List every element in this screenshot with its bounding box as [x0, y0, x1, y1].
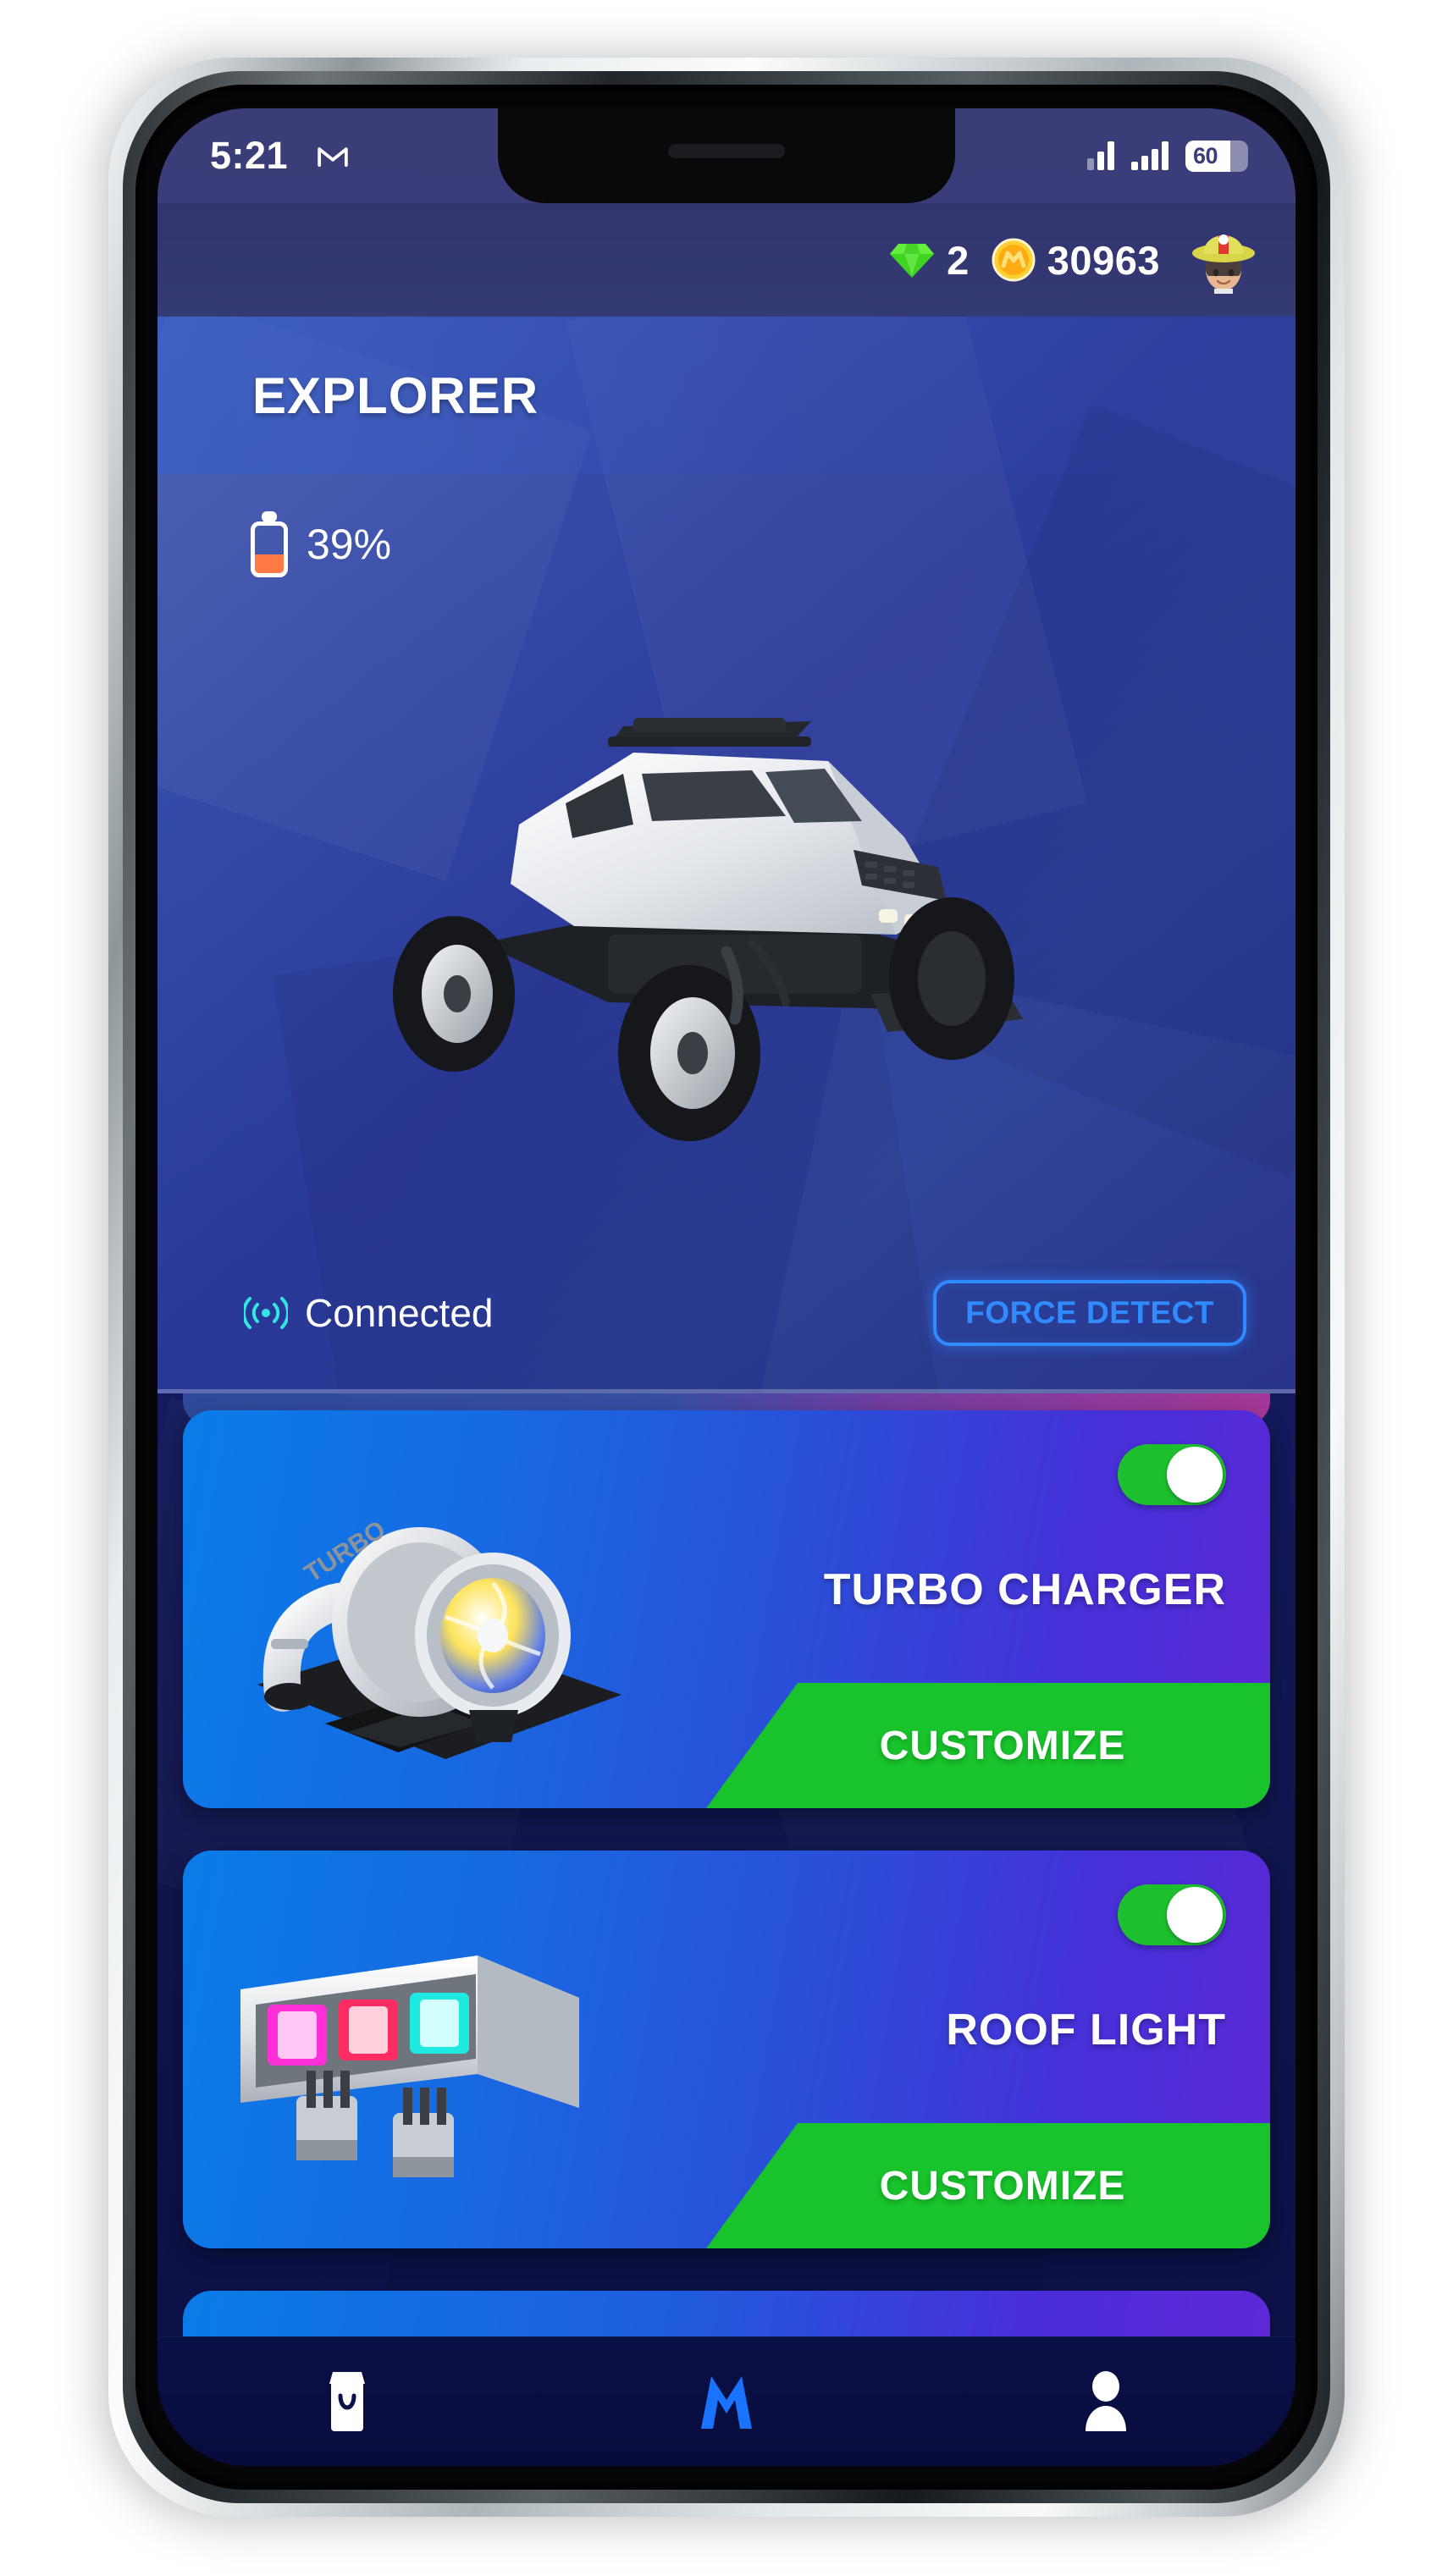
connection-status-label: Connected [305, 1291, 494, 1335]
coin-count: 30963 [1047, 237, 1160, 283]
force-detect-button[interactable]: FORCE DETECT [933, 1280, 1246, 1346]
toggle-knob [1167, 1447, 1223, 1503]
vehicle-battery-row: 39% [251, 511, 391, 577]
connection-status-group: Connected [244, 1290, 494, 1336]
vertical-battery-icon [251, 511, 288, 577]
accessory-toggle-turbo-charger[interactable] [1118, 1444, 1226, 1505]
customize-button-label: CUSTOMIZE [879, 2163, 1126, 2209]
accessory-list[interactable]: TURBO TURBO CHARGER CUSTOMIZE ROOF LIGHT… [157, 1393, 1296, 2336]
accessory-art: TURBO [224, 1456, 698, 1795]
gem-count: 2 [947, 237, 970, 283]
gmail-m-icon [318, 147, 348, 167]
gem-currency[interactable]: 2 [889, 237, 970, 284]
connection-row: Connected FORCE DETECT [157, 1280, 1296, 1346]
battery-body [251, 521, 288, 577]
rc-rock-crawler-truck: EXPLORER [393, 718, 1023, 1141]
earpiece-speaker [668, 144, 785, 158]
vehicle-hero-section: EXPLORER 39% Connected FORCE DETECT [157, 317, 1296, 1393]
nav-item-shop[interactable] [284, 2355, 411, 2448]
signal-bars-icon-2 [1131, 141, 1168, 170]
brand-m-icon [701, 2376, 752, 2429]
nav-item-profile[interactable] [1042, 2355, 1169, 2448]
shop-bag-icon [329, 2372, 365, 2431]
customize-button-label: CUSTOMIZE [879, 1723, 1126, 1768]
accessory-art [224, 1896, 698, 2235]
accessory-toggle-roof-light[interactable] [1118, 1884, 1226, 1945]
broadcast-signal-icon [244, 1297, 288, 1329]
status-bar-right: 60 [1087, 140, 1248, 172]
status-battery-icon: 60 [1185, 140, 1248, 172]
vehicle-image: EXPLORER [354, 655, 1099, 1146]
battery-level-fill [255, 554, 284, 573]
vehicle-title-band: EXPLORER [157, 317, 1296, 474]
status-bar-clock: 5:21 [210, 134, 289, 177]
accessory-card-turbo-charger[interactable]: TURBO TURBO CHARGER CUSTOMIZE [183, 1410, 1270, 1808]
accessory-card-roof-light[interactable]: ROOF LIGHT CUSTOMIZE [183, 1851, 1270, 2248]
signal-bars-icon [1087, 141, 1114, 170]
phone-notch [498, 108, 955, 203]
roof-light-bar-module [240, 1955, 579, 2177]
screenshot-root: 5:21 60 2 30963 EXPLORER 39% Connected F… [0, 0, 1453, 2576]
toggle-knob [1167, 1887, 1223, 1943]
profile-person-icon [1086, 2371, 1126, 2431]
page-title: EXPLORER [252, 367, 539, 424]
accessory-card-peek-bottom[interactable] [183, 2291, 1270, 2336]
firefighter-avatar[interactable] [1191, 226, 1257, 294]
accessory-name: ROOF LIGHT [946, 2005, 1226, 2055]
coin-currency[interactable]: 30963 [992, 237, 1160, 284]
coin-icon [992, 238, 1036, 282]
status-battery-label: 60 [1193, 142, 1218, 168]
currency-header: 2 30963 [157, 203, 1296, 317]
customize-button-roof-light[interactable]: CUSTOMIZE [706, 2123, 1270, 2248]
bottom-navigation [157, 2337, 1296, 2466]
status-bar-left: 5:21 [210, 134, 349, 178]
phone-screen: 5:21 60 2 30963 EXPLORER 39% Connected F… [157, 108, 1296, 2466]
customize-button-turbo-charger[interactable]: CUSTOMIZE [706, 1683, 1270, 1808]
vehicle-battery-percent: 39% [307, 521, 392, 568]
turbo-charger-module: TURBO [257, 1515, 622, 1759]
gem-icon [890, 244, 935, 278]
nav-item-home[interactable] [663, 2355, 790, 2448]
accessory-name: TURBO CHARGER [823, 1565, 1226, 1614]
